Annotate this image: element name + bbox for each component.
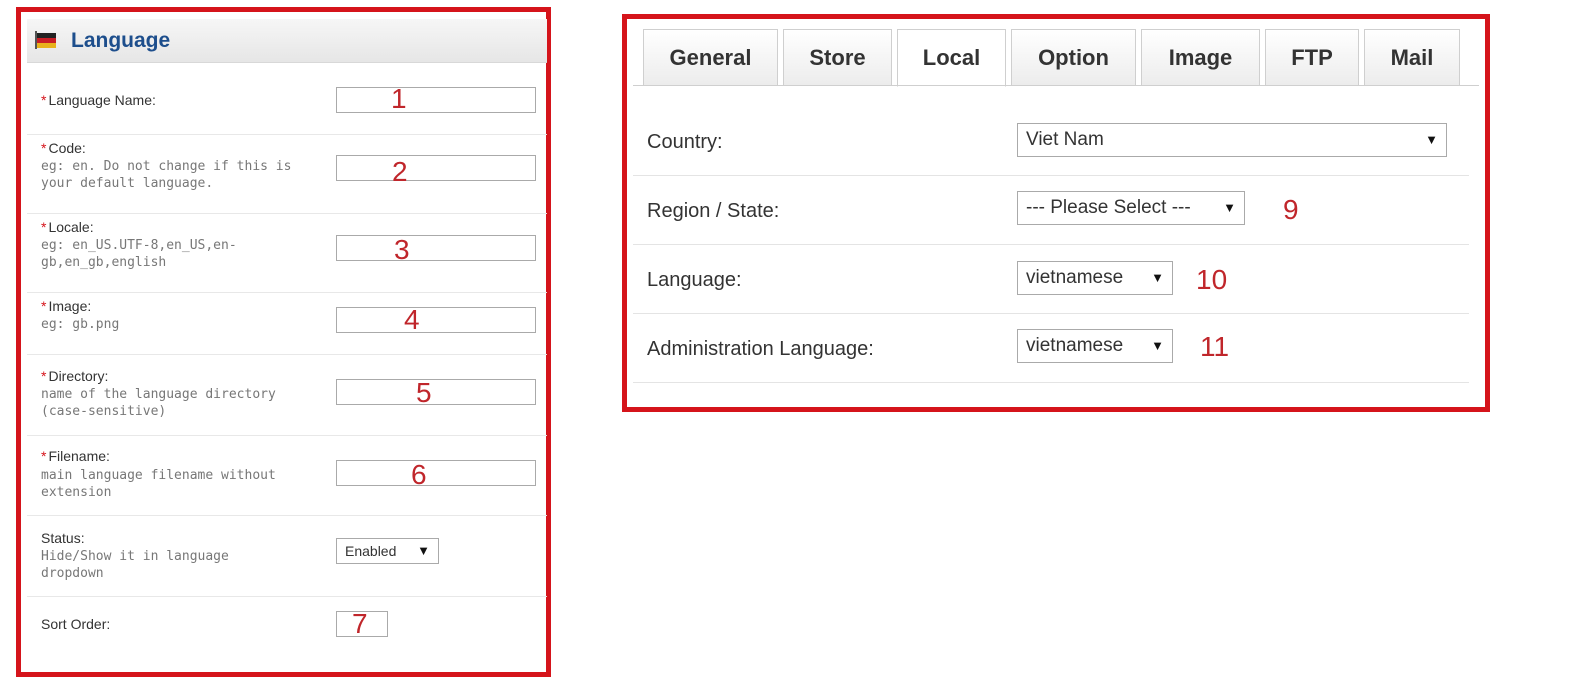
marker-2: 2: [392, 156, 408, 187]
tab-option[interactable]: Option: [1011, 29, 1136, 86]
admin-language-select[interactable]: vietnamese ▼: [1017, 329, 1173, 363]
form-row-status: Status: Hide/Show it in language dropdow…: [27, 515, 547, 597]
locale-help: eg: en_US.UTF-8,en_US,en- gb,en_gb,engli…: [41, 238, 237, 270]
form-row-image: * Image: eg: gb.png 4: [27, 292, 547, 355]
settings-panel: General Store Local Option Image FTP Mai…: [622, 14, 1490, 412]
chevron-down-icon: ▼: [1425, 132, 1438, 147]
marker-9: 9: [1283, 194, 1299, 225]
code-input[interactable]: [336, 155, 536, 181]
language-form-panel: Language * Language Name: 1 * Code: eg: en…: [16, 7, 551, 677]
image-label: Image:: [48, 298, 92, 314]
tab-store[interactable]: Store: [783, 29, 892, 86]
status-value: Enabled: [345, 543, 397, 559]
marker-6: 6: [411, 459, 427, 490]
tab-mail[interactable]: Mail: [1364, 29, 1460, 86]
status-select[interactable]: Enabled ▼: [336, 538, 439, 564]
language-name-label: Language Name:: [48, 92, 156, 108]
chevron-down-icon: ▼: [1151, 338, 1164, 353]
required-mark: *: [41, 140, 47, 156]
filename-label: Filename:: [48, 448, 110, 464]
form-row-code: * Code: eg: en. Do not change if this is …: [27, 134, 547, 214]
marker-3: 3: [394, 234, 410, 265]
form-row-directory: * Directory: name of the language directo…: [27, 354, 547, 436]
directory-help: name of the language directory (case-sen…: [41, 387, 276, 419]
form-row-filename: * Filename: main language filename withou…: [27, 435, 547, 516]
language-name-input[interactable]: [336, 87, 536, 113]
admin-language-value: vietnamese: [1026, 335, 1124, 356]
required-mark: *: [41, 92, 47, 108]
filename-input[interactable]: [336, 460, 536, 486]
setting-row-language: Language: vietnamese ▼ 10: [633, 245, 1469, 314]
country-value: Viet Nam: [1026, 129, 1104, 150]
required-mark: *: [41, 298, 47, 314]
country-select[interactable]: Viet Nam ▼: [1017, 123, 1447, 157]
language-value: vietnamese: [1026, 267, 1124, 288]
required-mark: *: [41, 368, 47, 384]
setting-row-admin-language: Administration Language: vietnamese ▼ 11: [633, 314, 1469, 383]
form-row-sort-order: Sort Order: 7: [27, 596, 547, 676]
tab-local[interactable]: Local: [897, 29, 1006, 87]
code-help: eg: en. Do not change if this is your de…: [41, 159, 292, 191]
directory-label: Directory:: [48, 368, 109, 384]
language-panel-title: Language: [71, 29, 171, 52]
tab-general[interactable]: General: [643, 29, 778, 86]
marker-4: 4: [404, 304, 420, 335]
chevron-down-icon: ▼: [1151, 270, 1164, 285]
directory-input[interactable]: [336, 379, 536, 405]
region-label: Region / State:: [647, 200, 780, 222]
region-select[interactable]: --- Please Select --- ▼: [1017, 191, 1245, 225]
status-label: Status:: [41, 530, 85, 546]
setting-row-country: Country: Viet Nam ▼: [633, 107, 1469, 176]
status-help: Hide/Show it in language dropdown: [41, 549, 229, 581]
code-label: Code:: [48, 140, 86, 156]
form-row-locale: * Locale: eg: en_US.UTF-8,en_US,en- gb,en…: [27, 213, 547, 293]
image-help: eg: gb.png: [41, 317, 120, 332]
tab-divider: [633, 85, 1479, 86]
setting-row-region: Region / State: --- Please Select --- ▼ …: [633, 176, 1469, 245]
marker-1: 1: [391, 83, 407, 114]
language-label: Language:: [647, 269, 742, 291]
sort-order-label: Sort Order:: [41, 616, 111, 632]
chevron-down-icon: ▼: [417, 543, 430, 558]
required-mark: *: [41, 448, 47, 464]
marker-10: 10: [1196, 264, 1228, 295]
language-select[interactable]: vietnamese ▼: [1017, 261, 1173, 295]
admin-language-label: Administration Language:: [647, 338, 874, 360]
locale-label: Locale:: [48, 219, 94, 235]
form-row-language-name: * Language Name: 1: [27, 65, 547, 135]
tab-image[interactable]: Image: [1141, 29, 1260, 86]
marker-5: 5: [416, 377, 432, 408]
language-panel-header: Language: [27, 19, 547, 63]
flag-icon: [35, 31, 56, 49]
tab-ftp[interactable]: FTP: [1265, 29, 1359, 86]
marker-7: 7: [352, 608, 368, 639]
required-mark: *: [41, 219, 47, 235]
region-value: --- Please Select ---: [1026, 197, 1191, 218]
country-label: Country:: [647, 131, 723, 153]
locale-input[interactable]: [336, 235, 536, 261]
marker-11: 11: [1200, 331, 1230, 362]
filename-help: main language filename without extension: [41, 468, 276, 500]
chevron-down-icon: ▼: [1223, 200, 1236, 215]
image-input[interactable]: [336, 307, 536, 333]
